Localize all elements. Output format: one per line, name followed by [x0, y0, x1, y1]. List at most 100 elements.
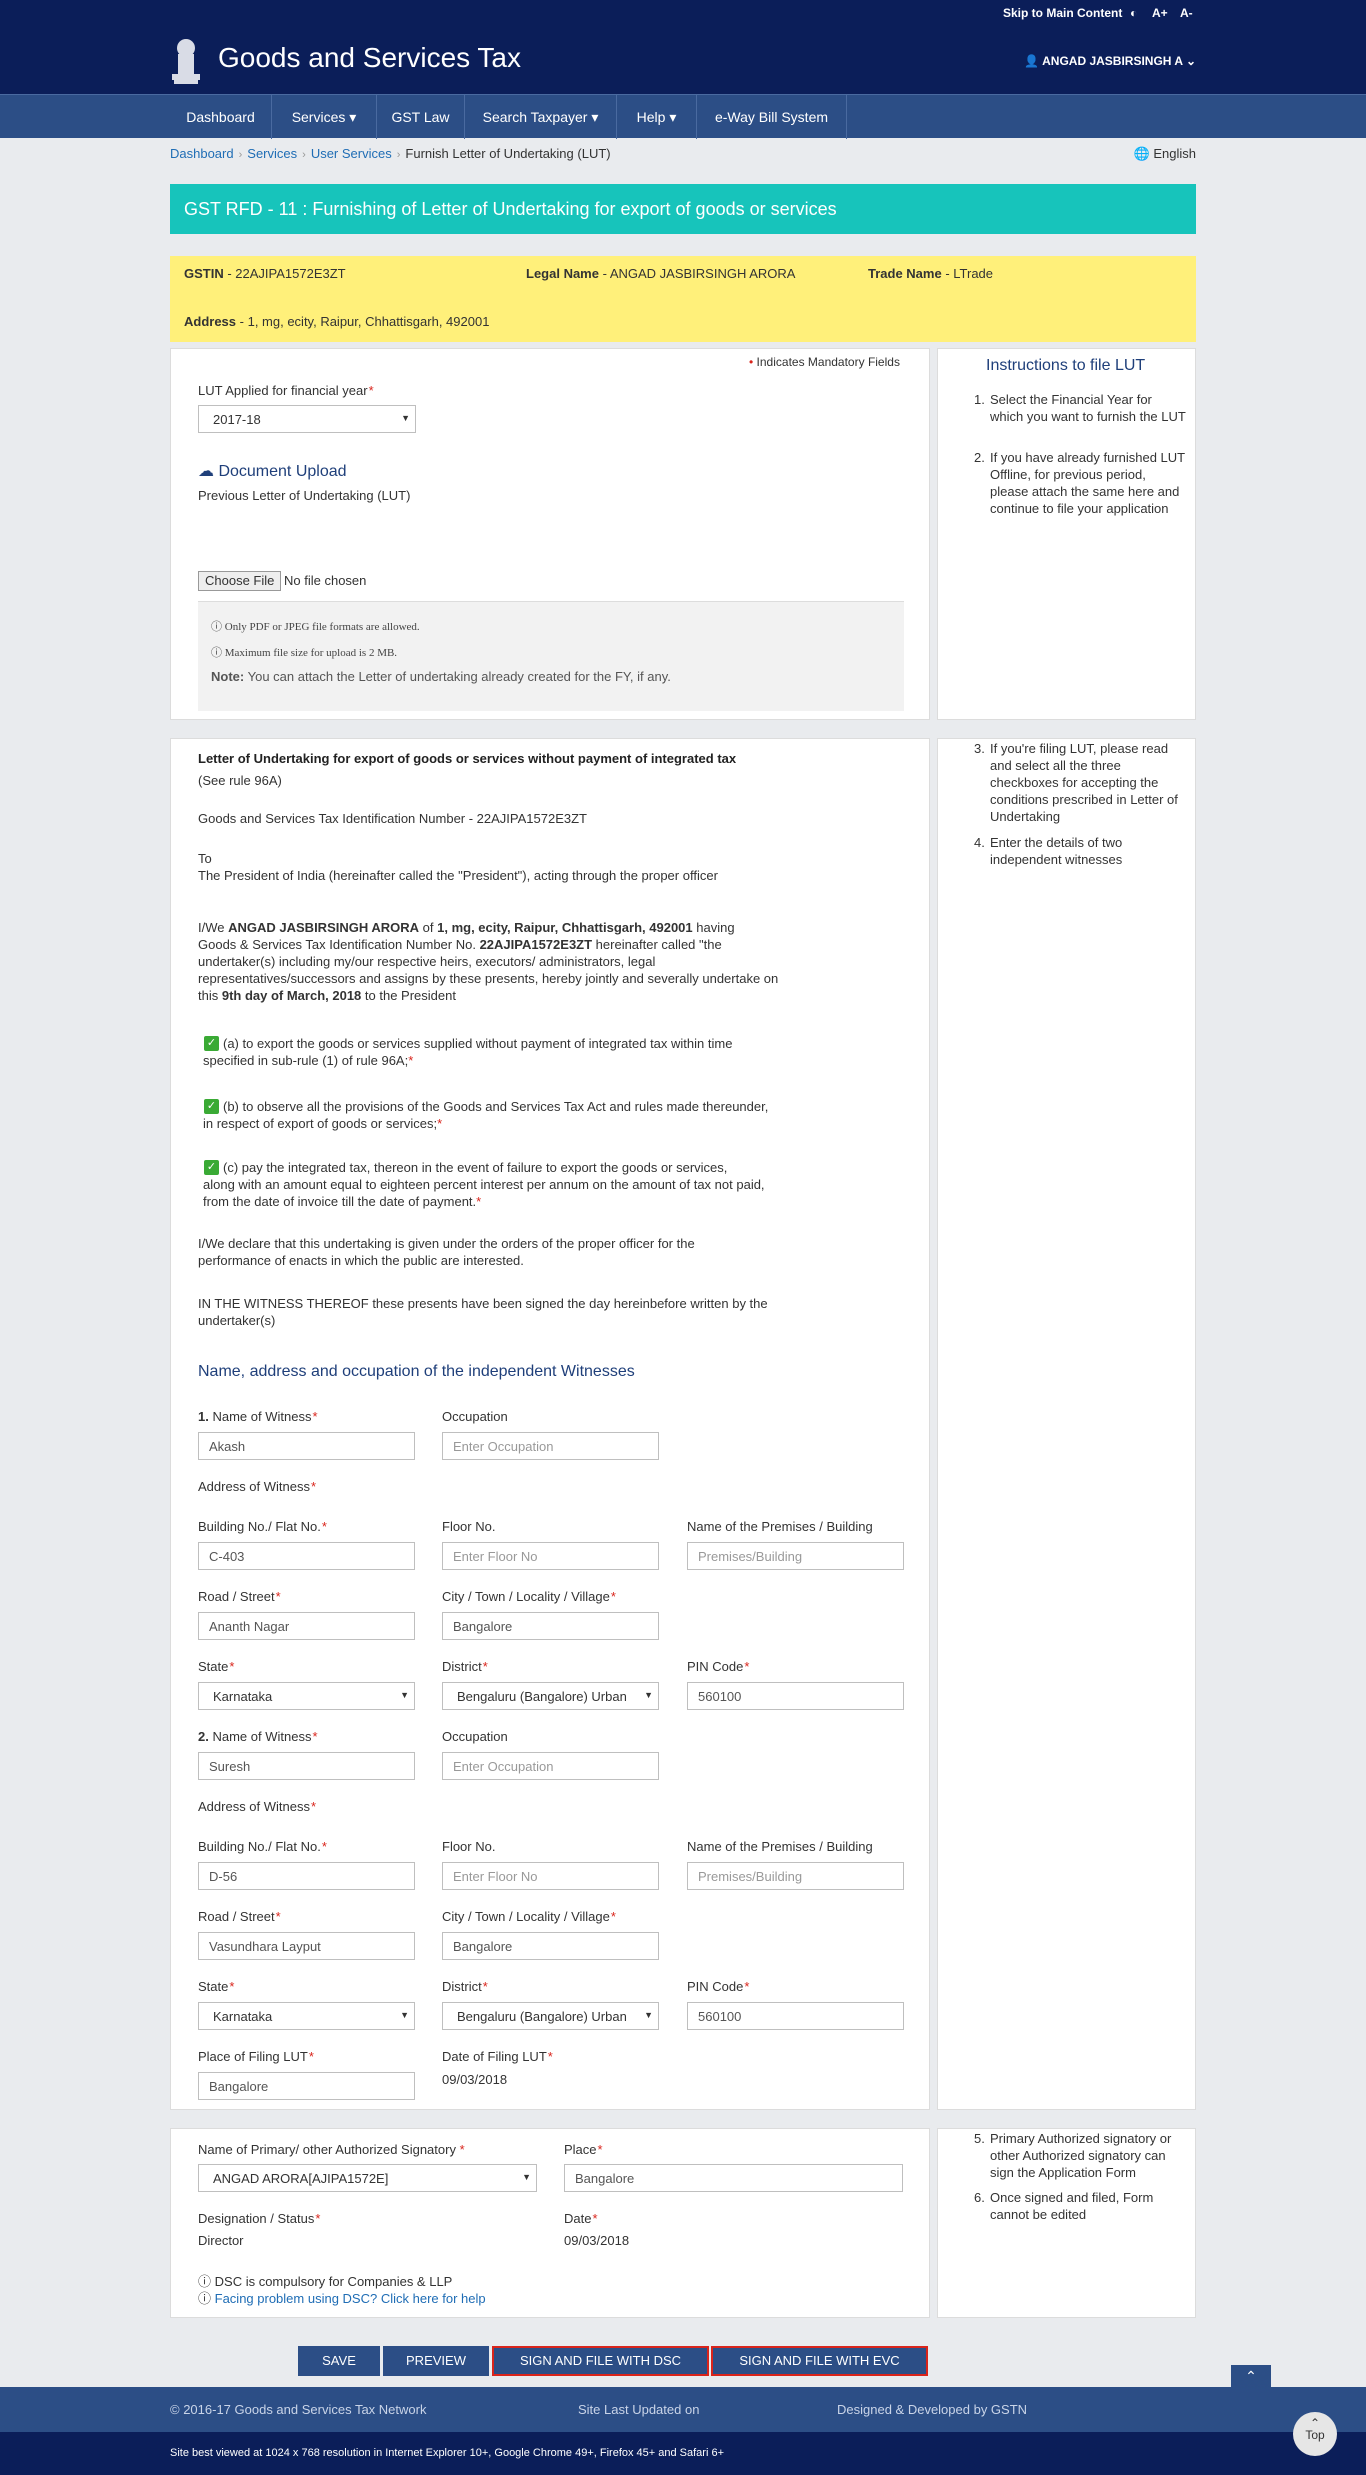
breadcrumb-dashboard[interactable]: Dashboard [170, 146, 234, 161]
signatory-select[interactable]: ANGAD ARORA[AJIPA1572E] ▼ [198, 2164, 537, 2192]
witness-1-occupation-label: Occupation [442, 1409, 508, 1424]
breadcrumb-user-services[interactable]: User Services [311, 146, 392, 161]
mandatory-note: • Indicates Mandatory Fields [749, 355, 900, 369]
witness-2-city-input[interactable]: Bangalore [442, 1932, 659, 1960]
witness-1-district-select[interactable]: Bengaluru (Bangalore) Urban ▼ [442, 1682, 659, 1710]
witness-1-district-label: District [442, 1659, 488, 1674]
site-title[interactable]: Goods and Services Tax [218, 42, 521, 74]
dsc-help: ⓘ Facing problem using DSC? Click here f… [198, 2288, 486, 2307]
witness-1-city-input[interactable]: Bangalore [442, 1612, 659, 1640]
nav-dashboard[interactable]: Dashboard [170, 95, 272, 139]
sign-file-dsc-button[interactable]: SIGN AND FILE WITH DSC [492, 2346, 709, 2376]
witness-2-district-select[interactable]: Bengaluru (Bangalore) Urban ▼ [442, 2002, 659, 2030]
scroll-up-tab[interactable]: ⌃ [1231, 2365, 1271, 2387]
language-selector[interactable]: 🌐 English [1134, 146, 1196, 162]
witness-1-premises-input[interactable]: Premises/Building [687, 1542, 904, 1570]
footer-designed: Designed & Developed by GSTN [837, 2402, 1028, 2417]
chevron-down-icon: ▼ [522, 2172, 531, 2182]
nav-help[interactable]: Help ▾ [617, 95, 697, 139]
upload-panel: • Indicates Mandatory Fields LUT Applied… [170, 348, 930, 720]
signatory-place-label: Place [564, 2142, 603, 2157]
witness-1-road-input[interactable]: Ananth Nagar [198, 1612, 415, 1640]
preview-button[interactable]: PREVIEW [383, 2346, 489, 2376]
witness-2-building-input[interactable]: D-56 [198, 1862, 415, 1890]
instruction-item: 3. If you're filing LUT, please read and … [974, 741, 1178, 824]
info-size: ⓘ Maximum file size for upload is 2 MB. [211, 647, 398, 659]
instructions-panel-2: 3. If you're filing LUT, please read and … [937, 738, 1196, 2110]
breadcrumb-services[interactable]: Services [247, 146, 297, 161]
signatory-date-label: Date [564, 2211, 598, 2226]
signatory-name-label: Name of Primary/ other Authorized Signat… [198, 2142, 465, 2157]
witness-2-occupation-input[interactable]: Enter Occupation [442, 1752, 659, 1780]
footer-copyright: © 2016-17 Goods and Services Tax Network [170, 2402, 427, 2417]
legal-name-info: Legal Name - ANGAD JASBIRSINGH ARORA [526, 266, 796, 281]
user-menu[interactable]: 👤 ANGAD JASBIRSINGH A ⌄ [1024, 54, 1196, 68]
top-utility-bar: Skip to Main Content ◐ A+ A- [0, 0, 1366, 26]
address-info: Address - 1, mg, ecity, Raipur, Chhattis… [184, 314, 490, 329]
chevron-down-icon: ▼ [400, 2010, 409, 2020]
witness-2-address-label: Address of Witness [198, 1799, 316, 1814]
font-decrease-button[interactable]: A- [1180, 6, 1193, 20]
document-upload-heading: ☁ Document Upload [198, 463, 347, 480]
witness-2-road-input[interactable]: Vasundhara Layput [198, 1932, 415, 1960]
financial-year-select[interactable]: 2017-18 ▼ [198, 405, 416, 433]
witnesses-heading: Name, address and occupation of the inde… [198, 1363, 635, 1380]
instruction-item: 6. Once signed and filed, Form cannot be … [974, 2190, 1154, 2222]
date-of-filing-label: Date of Filing LUT [442, 2049, 553, 2064]
site-header: Goods and Services Tax 👤 ANGAD JASBIRSIN… [0, 26, 1366, 94]
letter-rule: (See rule 96A) [198, 773, 282, 788]
signatory-panel: Name of Primary/ other Authorized Signat… [170, 2128, 930, 2318]
witness-2-premises-input[interactable]: Premises/Building [687, 1862, 904, 1890]
witness-1-building-input[interactable]: C-403 [198, 1542, 415, 1570]
info-icon: ⓘ [211, 647, 222, 659]
footer: © 2016-17 Goods and Services Tax Network… [0, 2387, 1366, 2432]
instruction-item: 4. Enter the details of two independent w… [974, 835, 1123, 867]
back-to-top-button[interactable]: ⌃ Top [1293, 2412, 1337, 2456]
witness-2-state-select[interactable]: Karnataka ▼ [198, 2002, 415, 2030]
nav-gst-law[interactable]: GST Law [377, 95, 465, 139]
condition-a: (a) to export the goods or services supp… [203, 1036, 733, 1068]
witness-1-name-label: 1. Name of Witness [198, 1409, 318, 1424]
witness-1-floor-label: Floor No. [442, 1519, 496, 1534]
upload-note: Note: You can attach the Letter of under… [211, 669, 671, 684]
emblem-logo-icon[interactable] [168, 34, 204, 86]
chevron-down-icon: ▼ [642, 2010, 653, 2020]
taxpayer-info: GSTIN - 22AJIPA1572E3ZT Legal Name - ANG… [170, 256, 1196, 342]
witness-2-state-label: State [198, 1979, 234, 1994]
witness-2-floor-input[interactable]: Enter Floor No [442, 1862, 659, 1890]
witness-1-premises-label: Name of the Premises / Building [687, 1519, 873, 1534]
witness-1-state-select[interactable]: Karnataka ▼ [198, 1682, 415, 1710]
witness-1-name-input[interactable]: Akash [198, 1432, 415, 1460]
sign-file-evc-button[interactable]: SIGN AND FILE WITH EVC [711, 2346, 928, 2376]
witness-1-floor-input[interactable]: Enter Floor No [442, 1542, 659, 1570]
condition-c: (c) pay the integrated tax, thereon in t… [203, 1160, 765, 1209]
witness-1-building-label: Building No./ Flat No. [198, 1519, 327, 1534]
instructions-panel-1: Instructions to file LUT 1. Select the Fi… [937, 348, 1196, 720]
nav-eway-bill[interactable]: e-Way Bill System [697, 95, 847, 139]
instruction-item: 2. If you have already furnished LUT Offl… [974, 450, 1185, 516]
signatory-date-value: 09/03/2018 [564, 2233, 630, 2248]
witness-1-pin-input[interactable]: 560100 [687, 1682, 904, 1710]
choose-file-button[interactable]: Choose File [198, 571, 282, 591]
save-button[interactable]: SAVE [298, 2346, 380, 2376]
skip-to-main-link[interactable]: Skip to Main Content [1003, 6, 1122, 20]
gstin-info: GSTIN - 22AJIPA1572E3ZT [184, 266, 346, 281]
witness-2-name-input[interactable]: Suresh [198, 1752, 415, 1780]
witness-2-building-label: Building No./ Flat No. [198, 1839, 327, 1854]
no-file-label: No file chosen [284, 573, 367, 588]
letter-panel: Letter of Undertaking for export of good… [170, 738, 930, 2110]
dsc-help-link[interactable]: Facing problem using DSC? Click here for… [215, 2291, 486, 2306]
signatory-place-input[interactable]: Bangalore [564, 2164, 903, 2192]
font-increase-button[interactable]: A+ [1152, 6, 1168, 20]
nav-services[interactable]: Services ▾ [272, 95, 377, 139]
user-icon: 👤 [1024, 54, 1040, 68]
nav-search-taxpayer[interactable]: Search Taxpayer ▾ [465, 95, 617, 139]
place-of-filing-input[interactable]: Bangalore [198, 2072, 415, 2100]
witness-1-occupation-input[interactable]: Enter Occupation [442, 1432, 659, 1460]
witness-2-pin-input[interactable]: 560100 [687, 2002, 904, 2030]
breadcrumb: Dashboard › Services › User Services › Furnish… [170, 146, 611, 161]
letter-president: The President of India (hereinafter call… [198, 868, 718, 883]
designation-value: Director [198, 2233, 244, 2248]
contrast-icon[interactable]: ◐ [1130, 6, 1137, 20]
document-upload-subtitle: Previous Letter of Undertaking (LUT) [198, 488, 411, 503]
